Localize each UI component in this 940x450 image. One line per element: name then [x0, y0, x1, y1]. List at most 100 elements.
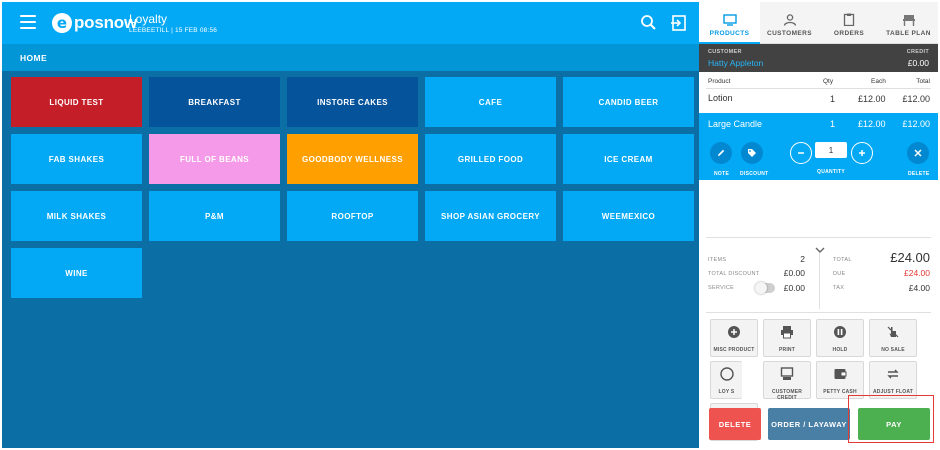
note-label: NOTE — [714, 171, 730, 177]
discount-button[interactable] — [741, 142, 763, 164]
item-qty: 1 — [830, 119, 836, 129]
category-label: FAB SHAKES — [48, 154, 105, 164]
col-product: Product — [708, 78, 731, 85]
pay-button[interactable]: PAY — [858, 408, 930, 440]
category-tile[interactable]: MILK SHAKES — [11, 191, 142, 241]
category-label: MILK SHAKES — [46, 211, 107, 221]
decrease-qty-button[interactable] — [790, 142, 812, 164]
category-label: FULL OF BEANS — [179, 154, 250, 164]
tax-value: £4.00 — [908, 283, 930, 293]
category-tile[interactable]: LIQUID TEST — [11, 77, 142, 127]
line-item-row[interactable]: Lotion 1 £12.00 £12.00 — [699, 88, 938, 110]
quantity-input[interactable]: 1 — [815, 142, 847, 158]
swap-icon — [886, 367, 900, 386]
function-button[interactable]: PETTY CASH — [816, 361, 864, 399]
function-label: CUSTOMER CREDIT — [771, 389, 803, 401]
category-tile[interactable]: INSTORE CAKES — [287, 77, 418, 127]
function-button[interactable]: ADJUST FLOAT — [869, 361, 917, 399]
credit-terminal-icon — [780, 367, 794, 386]
tag-icon — [748, 149, 756, 157]
function-label: PRINT — [779, 347, 795, 353]
category-label: WEEMEXICO — [601, 211, 656, 221]
total-label: TOTAL — [833, 257, 852, 263]
col-each: Each — [871, 78, 886, 85]
item-each: £12.00 — [858, 119, 886, 129]
functions-divider — [706, 312, 931, 313]
item-name: Lotion — [708, 93, 733, 103]
category-label: INSTORE CAKES — [317, 97, 388, 107]
category-tile[interactable]: GOODBODY WELLNESS — [287, 134, 418, 184]
order-layaway-button[interactable]: ORDER / LAYAWAY — [768, 408, 850, 440]
item-qty: 1 — [830, 94, 836, 104]
col-qty: Qty — [823, 78, 834, 85]
category-tile[interactable]: BREAKFAST — [149, 77, 280, 127]
tab-customers[interactable]: CUSTOMERS — [760, 2, 819, 44]
line-item-row-selected[interactable]: Large Candle 1 £12.00 £12.00 — [699, 113, 938, 137]
category-tile[interactable]: CAFE — [425, 77, 556, 127]
logo-text: posnow — [74, 13, 138, 32]
customer-name[interactable]: Hatty Appleton — [708, 58, 763, 68]
category-tile[interactable]: CANDID BEER — [563, 77, 694, 127]
category-tile[interactable]: GRILLED FOOD — [425, 134, 556, 184]
item-total: £12.00 — [902, 119, 930, 129]
search-icon[interactable] — [639, 13, 659, 33]
function-button[interactable]: LOY S — [710, 361, 742, 399]
menu-icon[interactable] — [20, 15, 36, 29]
total-value: £24.00 — [890, 250, 930, 265]
delete-sale-button[interactable]: DELETE — [709, 408, 761, 440]
credit-label: CREDIT — [906, 49, 929, 55]
service-label: SERVICE — [708, 285, 735, 291]
category-tile[interactable]: SHOP ASIAN GROCERY — [425, 191, 556, 241]
top-bar: e posnow Loyalty LEEBEETILL | 15 FEB 08:… — [2, 2, 699, 44]
function-button[interactable]: PRINT — [763, 319, 811, 357]
plus-icon — [859, 150, 865, 156]
function-button[interactable]: CUSTOMER CREDIT — [763, 361, 811, 401]
service-value: £0.00 — [783, 283, 805, 293]
tab-table-plan[interactable]: TABLE PLAN — [879, 2, 938, 44]
due-label: DUE — [833, 271, 846, 277]
category-label: WINE — [65, 268, 88, 278]
function-button[interactable]: HOLD — [816, 319, 864, 357]
clipboard-icon — [843, 13, 855, 26]
category-tile[interactable]: FAB SHAKES — [11, 134, 142, 184]
chevron-down-icon[interactable] — [815, 241, 825, 259]
category-label: GOODBODY WELLNESS — [302, 154, 403, 164]
title-block: Loyalty LEEBEETILL | 15 FEB 08:56 — [129, 12, 217, 35]
category-label: ROOFTOP — [331, 211, 374, 221]
pos-window: e posnow Loyalty LEEBEETILL | 15 FEB 08:… — [2, 2, 938, 448]
minus-icon — [798, 152, 804, 154]
note-button[interactable] — [710, 142, 732, 164]
category-tile[interactable]: ICE CREAM — [563, 134, 694, 184]
item-each: £12.00 — [858, 94, 886, 104]
category-tile[interactable]: ROOFTOP — [287, 191, 418, 241]
close-icon — [914, 149, 922, 157]
delete-item-label: DELETE — [908, 171, 930, 177]
item-edit-panel: NOTE DISCOUNT 1 QUANTITY DELETE — [699, 137, 938, 180]
increase-qty-button[interactable] — [851, 142, 873, 164]
function-button[interactable]: NO SALE — [869, 319, 917, 357]
plus-circle-icon — [727, 325, 741, 344]
function-button[interactable]: MISC PRODUCT — [710, 319, 758, 357]
category-tile[interactable]: WINE — [11, 248, 142, 298]
breadcrumb-home[interactable]: HOME — [20, 53, 47, 63]
discount-value: £0.00 — [783, 268, 805, 278]
function-label: MISC PRODUCT — [713, 347, 755, 353]
category-tile[interactable]: P&M — [149, 191, 280, 241]
tab-customers-label: CUSTOMERS — [766, 30, 812, 37]
discount-label: TOTAL DISCOUNT — [708, 271, 760, 277]
person-icon — [783, 14, 796, 26]
category-tile[interactable]: FULL OF BEANS — [149, 134, 280, 184]
pencil-icon — [718, 149, 725, 156]
customer-label: CUSTOMER — [708, 49, 742, 55]
category-tile[interactable]: WEEMEXICO — [563, 191, 694, 241]
category-label: BREAKFAST — [188, 97, 241, 107]
no-touch-icon — [886, 325, 900, 344]
delete-item-button[interactable] — [907, 142, 929, 164]
chair-icon — [902, 15, 915, 26]
tab-products[interactable]: PRODUCTS — [699, 2, 760, 44]
logout-icon[interactable] — [669, 13, 689, 33]
tab-orders[interactable]: ORDERS — [819, 2, 879, 44]
category-label: P&M — [205, 211, 224, 221]
category-label: GRILLED FOOD — [457, 154, 524, 164]
wallet-icon — [833, 367, 847, 386]
